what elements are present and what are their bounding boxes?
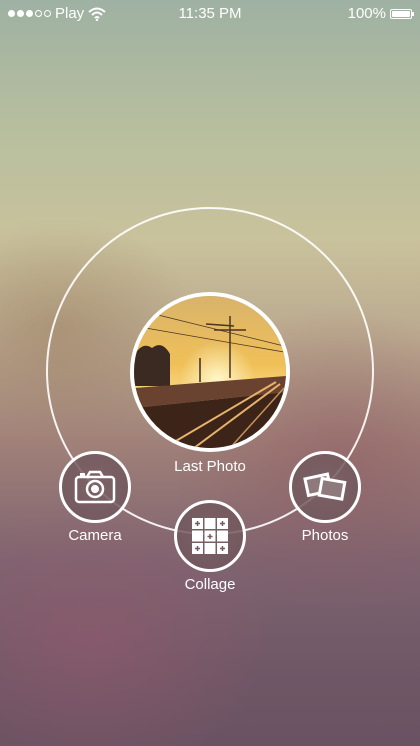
camera-icon <box>74 470 116 504</box>
status-right: 100% <box>347 5 414 22</box>
last-photo-thumbnail[interactable] <box>130 292 290 452</box>
last-photo-image <box>134 296 286 448</box>
camera-button[interactable] <box>59 451 131 523</box>
photos-label: Photos <box>301 527 349 544</box>
collage-label: Collage <box>184 576 236 593</box>
photo-stack-icon <box>303 472 347 501</box>
status-bar: Play 11:35 PM 100% <box>0 0 420 26</box>
battery-icon <box>390 8 414 19</box>
photos-button[interactable] <box>289 451 361 523</box>
collage-button[interactable] <box>174 500 246 572</box>
camera-label: Camera <box>68 527 122 544</box>
last-photo-label: Last Photo <box>174 458 246 475</box>
battery-percent: 100% <box>347 5 386 22</box>
collage-grid-icon <box>192 518 228 554</box>
